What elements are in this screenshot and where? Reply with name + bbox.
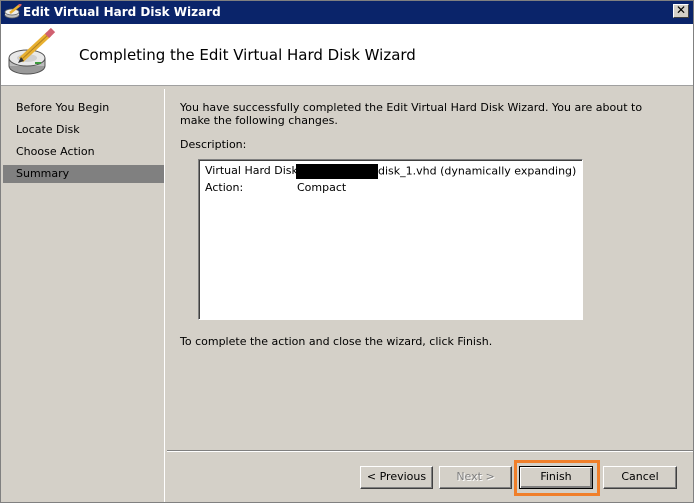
next-button[interactable]: Next > xyxy=(439,466,512,489)
close-icon: ✕ xyxy=(675,3,687,17)
cancel-button[interactable]: Cancel xyxy=(603,466,677,489)
redacted-path xyxy=(296,164,378,179)
vhd-value: disk_1.vhd (dynamically expanding) xyxy=(296,164,576,179)
description-label: Description: xyxy=(180,138,247,151)
nav-item-label: Summary xyxy=(16,167,70,180)
previous-button[interactable]: < Previous xyxy=(360,466,433,489)
disk-pencil-icon xyxy=(4,4,22,19)
window-title: Edit Virtual Hard Disk Wizard xyxy=(23,5,221,19)
close-button[interactable]: ✕ xyxy=(673,4,689,18)
footer-divider xyxy=(167,450,693,452)
wizard-window: Edit Virtual Hard Disk Wizard ✕ Completi… xyxy=(0,0,694,503)
vhd-label: Virtual Hard Disk: xyxy=(205,164,302,177)
title-bar[interactable]: Edit Virtual Hard Disk Wizard ✕ xyxy=(1,1,693,24)
wizard-step-nav: Before You Begin Locate Disk Choose Acti… xyxy=(3,89,165,502)
hard-disk-pencil-icon xyxy=(8,28,56,75)
nav-item-locate-disk[interactable]: Locate Disk xyxy=(3,121,164,139)
description-box[interactable]: Virtual Hard Disk: disk_1.vhd (dynamical… xyxy=(198,159,583,320)
page-title: Completing the Edit Virtual Hard Disk Wi… xyxy=(79,46,416,64)
intro-text: You have successfully completed the Edit… xyxy=(180,101,643,127)
nav-item-summary[interactable]: Summary xyxy=(3,165,164,183)
nav-item-label: Choose Action xyxy=(16,145,95,158)
vhd-filename: disk_1.vhd (dynamically expanding) xyxy=(378,164,577,178)
nav-item-label: Locate Disk xyxy=(16,123,80,136)
nav-item-before-you-begin[interactable]: Before You Begin xyxy=(3,99,164,117)
footer-note: To complete the action and close the wiz… xyxy=(180,335,493,348)
nav-item-choose-action[interactable]: Choose Action xyxy=(3,143,164,161)
wizard-header: Completing the Edit Virtual Hard Disk Wi… xyxy=(1,24,693,86)
action-label: Action: xyxy=(205,181,244,194)
finish-button[interactable]: Finish xyxy=(519,466,593,489)
nav-item-label: Before You Begin xyxy=(16,101,110,114)
action-value: Compact xyxy=(297,181,347,194)
